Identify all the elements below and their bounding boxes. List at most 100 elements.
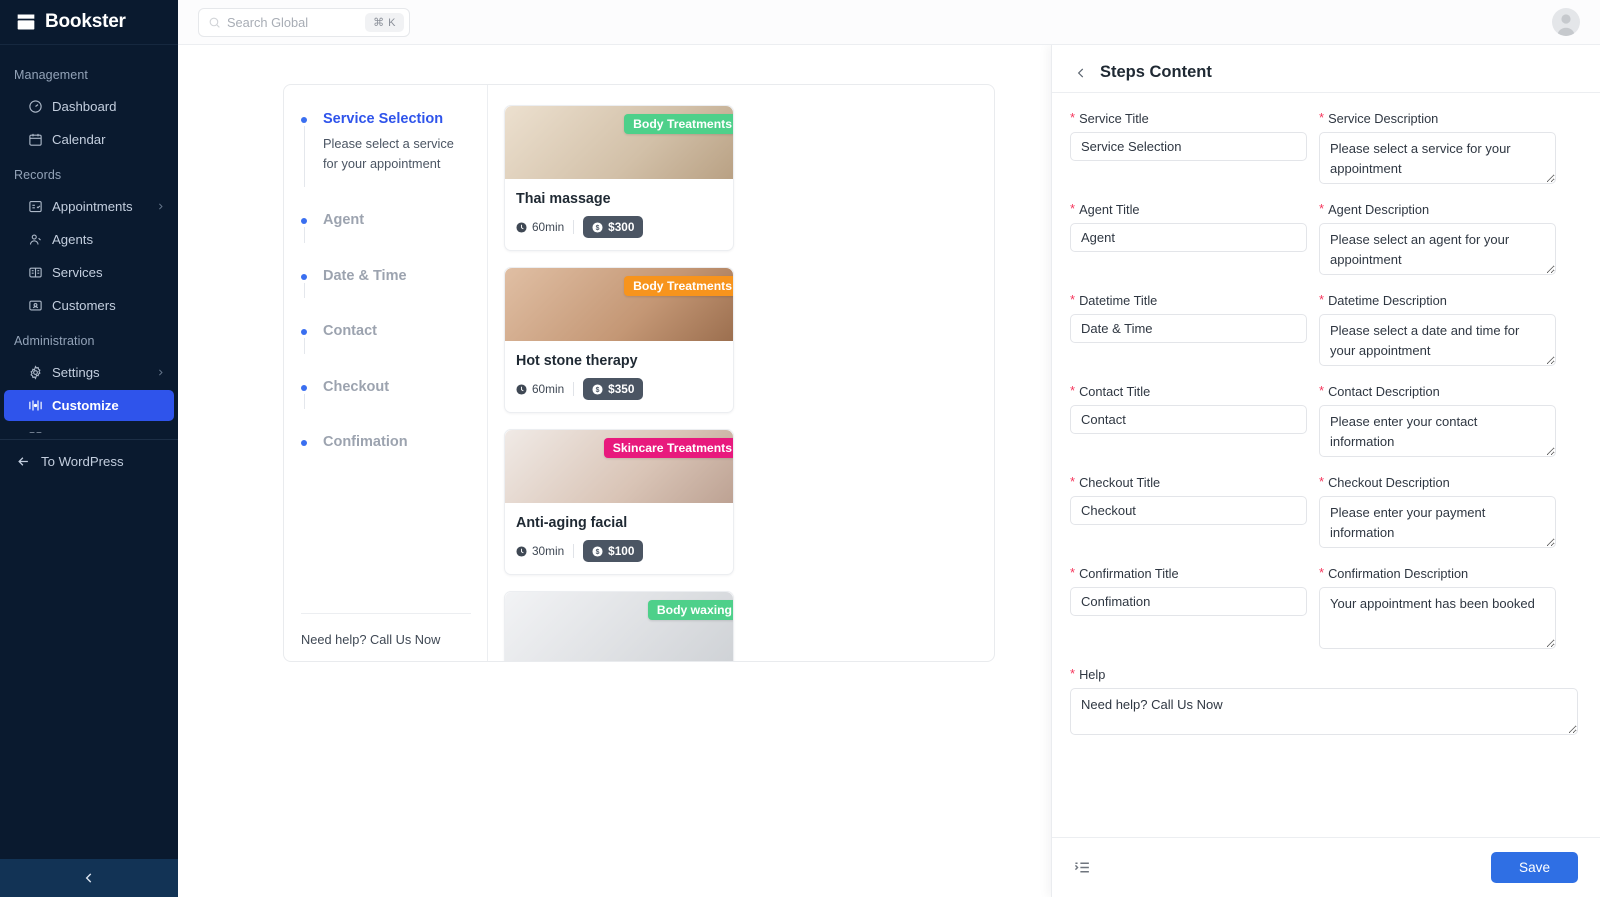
service-title-input[interactable]: [1070, 132, 1307, 161]
datetime-title-input[interactable]: [1070, 314, 1307, 343]
chevron-left-icon[interactable]: [1074, 66, 1088, 80]
sidebar-item-customize[interactable]: Customize: [4, 390, 174, 421]
datetime-description-textarea[interactable]: [1319, 314, 1556, 366]
service-image: Body Treatments: [505, 106, 733, 179]
required-marker: *: [1070, 474, 1076, 489]
step-checkout[interactable]: Checkout: [301, 378, 471, 410]
meta-divider: [573, 544, 575, 558]
sidebar-item-customers[interactable]: Customers: [4, 290, 174, 321]
service-price-label: $300: [608, 220, 635, 234]
step-dot: [301, 329, 307, 336]
service-card[interactable]: Body waxing Laser hair removal 30min: [504, 591, 734, 661]
sidebar-item-appointments[interactable]: Appointments: [4, 191, 174, 222]
preview-area: Service Selection Please select a servic…: [178, 45, 1051, 897]
step-connector: [303, 338, 305, 354]
steps-content-panel: Steps Content *Service Title *Service De…: [1051, 45, 1600, 897]
step-title: Date & Time: [323, 267, 407, 284]
field-label: * Datetime Title: [1070, 293, 1307, 308]
to-wordpress-link[interactable]: To WordPress: [0, 440, 178, 483]
field-label: * Checkout Title: [1070, 475, 1307, 490]
field-label-text: Checkout Title: [1079, 475, 1161, 490]
service-image: Body Treatments: [505, 268, 733, 341]
sidebar-item-label: Customers: [52, 298, 116, 313]
page-title: Steps Content: [1100, 63, 1212, 81]
required-marker: *: [1070, 110, 1076, 125]
sidebar-item-services[interactable]: Services: [4, 257, 174, 288]
service-category-badge: Skincare Treatments: [603, 438, 733, 458]
required-marker: *: [1070, 565, 1076, 580]
step-gap: [301, 286, 471, 322]
avatar[interactable]: [1552, 8, 1580, 36]
field-label: * Agent Title: [1070, 202, 1307, 217]
search-input[interactable]: Search Global ⌘ K: [198, 7, 410, 37]
calendar-icon: [29, 133, 42, 146]
service-card[interactable]: Body Treatments Hot stone therapy 60min: [504, 267, 734, 413]
step-agent[interactable]: Agent: [301, 211, 471, 243]
step-confirmation[interactable]: Confimation: [301, 433, 471, 453]
step-connector: [303, 227, 305, 243]
step-connector: [303, 126, 305, 187]
meta-divider: [573, 382, 575, 396]
field-contact-description: * Contact Description: [1319, 384, 1556, 462]
sidebar-item-settings[interactable]: Settings: [4, 357, 174, 388]
field-confirmation-description: * Confirmation Description: [1319, 566, 1556, 654]
service-image: Skincare Treatments: [505, 430, 733, 503]
service-duration: 60min: [516, 382, 564, 396]
workspace: Service Selection Please select a servic…: [178, 45, 1600, 897]
help-textarea[interactable]: [1070, 688, 1578, 735]
required-marker: *: [1319, 292, 1325, 307]
meta-divider: [573, 220, 575, 234]
service-duration-label: 60min: [532, 220, 565, 234]
arrow-left-icon: [18, 457, 28, 466]
nav-group-label: Records: [14, 168, 62, 182]
user-group-icon: [29, 234, 41, 245]
service-price: $ $300: [583, 216, 644, 238]
service-card[interactable]: Body Treatments Thai massage 60min $ $30…: [504, 105, 734, 251]
sidebar-item-addons[interactable]: Addons: [4, 423, 174, 433]
agent-description-textarea[interactable]: [1319, 223, 1556, 275]
service-name: Anti-aging facial: [516, 515, 628, 531]
step-service-selection[interactable]: Service Selection Please select a servic…: [301, 110, 471, 187]
step-dot: [301, 384, 307, 391]
agent-title-input[interactable]: [1070, 223, 1307, 252]
steps-divider: [301, 613, 471, 614]
main-area: Search Global ⌘ K Service Selection Plea…: [178, 0, 1600, 897]
contact-title-input[interactable]: [1070, 405, 1307, 434]
checkout-description-textarea[interactable]: [1319, 496, 1556, 548]
service-card[interactable]: Skincare Treatments Anti-aging facial 30…: [504, 429, 734, 575]
sidebar-collapse-button[interactable]: [0, 859, 178, 897]
step-contact[interactable]: Contact: [301, 322, 471, 354]
user-avatar-icon: [1557, 14, 1575, 36]
save-button[interactable]: Save: [1491, 852, 1578, 883]
step-date-time[interactable]: Date & Time: [301, 267, 471, 299]
service-meta: 30min $ $100: [516, 540, 722, 562]
step-connector: [303, 393, 305, 410]
required-marker: *: [1070, 292, 1076, 307]
confirmation-title-input[interactable]: [1070, 587, 1307, 616]
service-description-textarea[interactable]: [1319, 132, 1556, 184]
topbar: Search Global ⌘ K: [178, 0, 1600, 45]
help-text: Need help? Call Us Now: [301, 632, 441, 647]
service-image: Body waxing: [505, 592, 733, 661]
checkout-title-input[interactable]: [1070, 496, 1307, 525]
sidebar-item-agents[interactable]: Agents: [4, 224, 174, 255]
panel-footer: Save: [1052, 837, 1600, 897]
search-shortcut-badge: ⌘ K: [365, 12, 404, 32]
brand[interactable]: Bookster: [0, 0, 178, 45]
indent-list-icon[interactable]: [1074, 859, 1091, 876]
services-grid: Body Treatments Thai massage 60min $ $30…: [504, 105, 978, 661]
field-label-text: Datetime Description: [1328, 293, 1447, 308]
nav-group-label: Administration: [14, 334, 95, 348]
list-check-icon: [29, 200, 42, 213]
step-dot: [301, 218, 307, 224]
sidebar-item-dashboard[interactable]: Dashboard: [4, 91, 174, 122]
contact-description-textarea[interactable]: [1319, 405, 1556, 457]
field-label-text: Contact Description: [1328, 384, 1440, 399]
confirmation-description-textarea[interactable]: [1319, 587, 1556, 649]
sidebar-item-calendar[interactable]: Calendar: [4, 124, 174, 155]
puzzle-icon: [29, 432, 42, 433]
field-label: * Contact Description: [1319, 384, 1556, 399]
field-label: * Confirmation Description: [1319, 566, 1556, 581]
clock-icon: [516, 545, 527, 557]
